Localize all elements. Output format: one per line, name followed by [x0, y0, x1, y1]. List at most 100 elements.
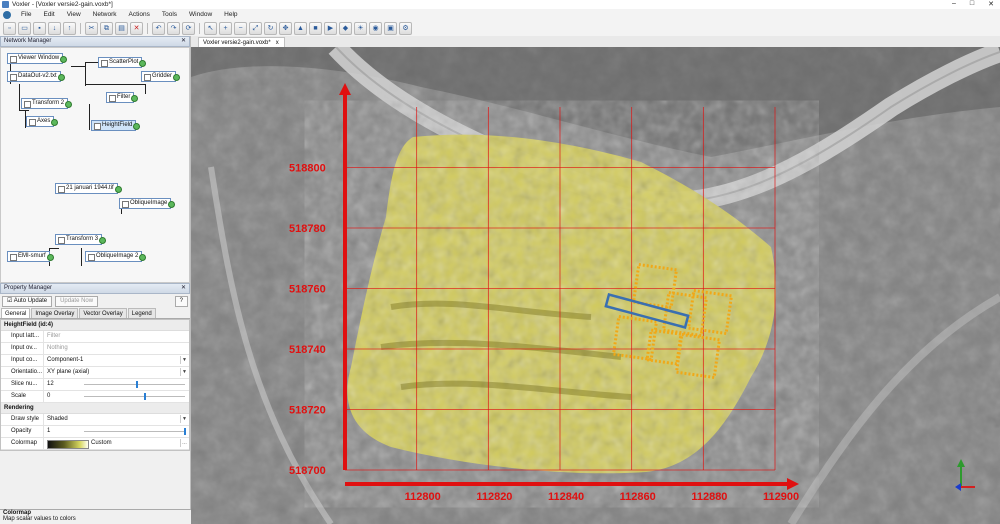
zoom-in-icon[interactable]: + — [219, 21, 232, 35]
node-emi-smurf[interactable]: EMI-smurf — [7, 251, 54, 262]
close-panel-icon[interactable]: ✕ — [181, 284, 186, 293]
undo-icon[interactable]: ↶ — [152, 21, 165, 35]
view-front-icon[interactable]: ■ — [309, 21, 322, 35]
node-scatterplot[interactable]: ScatterPlot — [98, 57, 147, 68]
view-top-icon[interactable]: ▲ — [294, 21, 307, 35]
scene-canvas[interactable]: 112800 112820 112840 112860 112880 112900 518… — [191, 47, 1000, 524]
prop-input-component[interactable]: Input co... Component-1 ▼ — [1, 355, 189, 367]
chevron-down-icon[interactable]: ▼ — [180, 356, 188, 364]
prop-draw-style[interactable]: Draw style Shaded ▼ — [1, 414, 189, 426]
update-now-button[interactable]: Update Now — [55, 295, 99, 307]
menu-help[interactable]: Help — [218, 11, 243, 18]
export-icon[interactable]: ↑ — [63, 21, 76, 35]
app-menu-icon[interactable] — [3, 10, 11, 19]
node-port-icon[interactable] — [46, 253, 54, 261]
node-port-icon[interactable] — [114, 185, 122, 193]
node-checkbox[interactable] — [58, 236, 65, 244]
node-port-icon[interactable] — [51, 118, 59, 126]
fit-view-icon[interactable]: ⤢ — [249, 21, 262, 35]
node-checkbox[interactable] — [94, 122, 101, 130]
delete-icon[interactable]: ✕ — [130, 21, 143, 35]
menu-file[interactable]: File — [15, 11, 37, 18]
node-transform-3[interactable]: Transform 3 — [55, 234, 107, 245]
prop-colormap[interactable]: Colormap Custom… — [1, 438, 189, 450]
node-heightfield[interactable]: HeightField — [91, 120, 141, 131]
node-port-icon[interactable] — [168, 200, 176, 208]
node-transform-2[interactable]: Transform 2 — [21, 98, 73, 109]
minimize-button[interactable]: – — [952, 0, 956, 8]
network-canvas[interactable]: Viewer Window DataOut-v2.txt ScatterPlot… — [0, 47, 190, 283]
node-port-icon[interactable] — [60, 55, 68, 63]
prop-input-lattice[interactable]: Input latt... Filter — [1, 331, 189, 343]
prop-value-slider[interactable]: 12 — [44, 379, 189, 390]
node-obliqueimage-2[interactable]: ObliqueImage 2 — [85, 251, 147, 262]
slider-track[interactable] — [84, 428, 186, 435]
select-arrow-icon[interactable]: ↖ — [204, 21, 217, 35]
prop-slice-number[interactable]: Slice nu... 12 — [1, 379, 189, 391]
slider-track[interactable] — [84, 381, 185, 388]
capture-icon[interactable]: ▣ — [384, 21, 397, 35]
view-iso-icon[interactable]: ◆ — [339, 21, 352, 35]
close-panel-icon[interactable]: ✕ — [181, 37, 186, 46]
slider-thumb[interactable] — [135, 381, 138, 388]
settings-icon[interactable]: ⚙ — [399, 21, 412, 35]
node-viewer-window[interactable]: Viewer Window — [7, 53, 68, 64]
node-port-icon[interactable] — [139, 253, 147, 261]
close-window-button[interactable]: ✕ — [988, 0, 994, 8]
open-folder-icon[interactable]: ▭ — [18, 21, 31, 35]
refresh-icon[interactable]: ⟳ — [182, 21, 195, 35]
node-port-icon[interactable] — [65, 100, 73, 108]
node-axes[interactable]: Axes — [26, 116, 59, 127]
chevron-down-icon[interactable]: ▼ — [180, 368, 188, 376]
prop-value[interactable]: Nothing — [44, 343, 189, 354]
node-gridder[interactable]: Gridder — [141, 71, 181, 82]
colormap-swatch[interactable] — [47, 440, 89, 449]
node-checkbox[interactable] — [58, 185, 65, 193]
slider-thumb[interactable] — [184, 428, 186, 435]
node-checkbox[interactable] — [109, 94, 116, 102]
node-checkbox[interactable] — [101, 59, 108, 67]
prop-value-dropdown[interactable]: XY plane (axial) ▼ — [44, 367, 189, 378]
node-port-icon[interactable] — [139, 59, 147, 67]
prop-value-dropdown[interactable]: Component-1 ▼ — [44, 355, 189, 366]
slider-track[interactable] — [84, 393, 185, 400]
menu-network[interactable]: Network — [87, 11, 123, 18]
node-port-icon[interactable] — [173, 73, 181, 81]
zoom-out-icon[interactable]: − — [234, 21, 247, 35]
paste-icon[interactable]: ▤ — [115, 21, 128, 35]
node-21-januari-1944[interactable]: 21 januari 1944.tif — [55, 183, 122, 194]
prop-value[interactable]: Filter — [44, 331, 189, 342]
more-icon[interactable]: … — [180, 439, 188, 447]
auto-update-button[interactable]: ☑ Auto Update — [2, 295, 53, 307]
tab-image-overlay[interactable]: Image Overlay — [31, 308, 79, 318]
copy-icon[interactable]: ⧉ — [100, 21, 113, 35]
lighting-icon[interactable]: ☀ — [354, 21, 367, 35]
menu-tools[interactable]: Tools — [156, 11, 183, 18]
maximize-button[interactable]: □ — [970, 0, 974, 8]
prop-orientation[interactable]: Orientatio... XY plane (axial) ▼ — [1, 367, 189, 379]
node-checkbox[interactable] — [10, 73, 17, 81]
tab-vector-overlay[interactable]: Vector Overlay — [79, 308, 127, 318]
node-obliqueimage[interactable]: ObliqueImage — [119, 198, 176, 209]
save-icon[interactable]: ▪ — [33, 21, 46, 35]
menu-view[interactable]: View — [61, 11, 87, 18]
menu-window[interactable]: Window — [183, 11, 218, 18]
chevron-down-icon[interactable]: ▼ — [180, 415, 188, 423]
pan-icon[interactable]: ✥ — [279, 21, 292, 35]
menu-actions[interactable]: Actions — [123, 11, 156, 18]
prop-opacity[interactable]: Opacity 1 — [1, 426, 189, 438]
rotate-icon[interactable]: ↻ — [264, 21, 277, 35]
node-port-icon[interactable] — [57, 73, 65, 81]
prop-value-colormap[interactable]: Custom… — [44, 438, 189, 449]
tab-general[interactable]: General — [1, 308, 31, 318]
tab-legend[interactable]: Legend — [127, 308, 156, 318]
node-checkbox[interactable] — [10, 55, 17, 63]
viewer-window[interactable]: 112800 112820 112840 112860 112880 112900 518… — [191, 47, 1000, 524]
camera-icon[interactable]: ◉ — [369, 21, 382, 35]
node-checkbox[interactable] — [88, 253, 95, 261]
node-checkbox[interactable] — [10, 253, 17, 261]
node-port-icon[interactable] — [99, 236, 107, 244]
node-checkbox[interactable] — [144, 73, 151, 81]
view-side-icon[interactable]: ▶ — [324, 21, 337, 35]
help-button[interactable]: ? — [174, 295, 188, 307]
